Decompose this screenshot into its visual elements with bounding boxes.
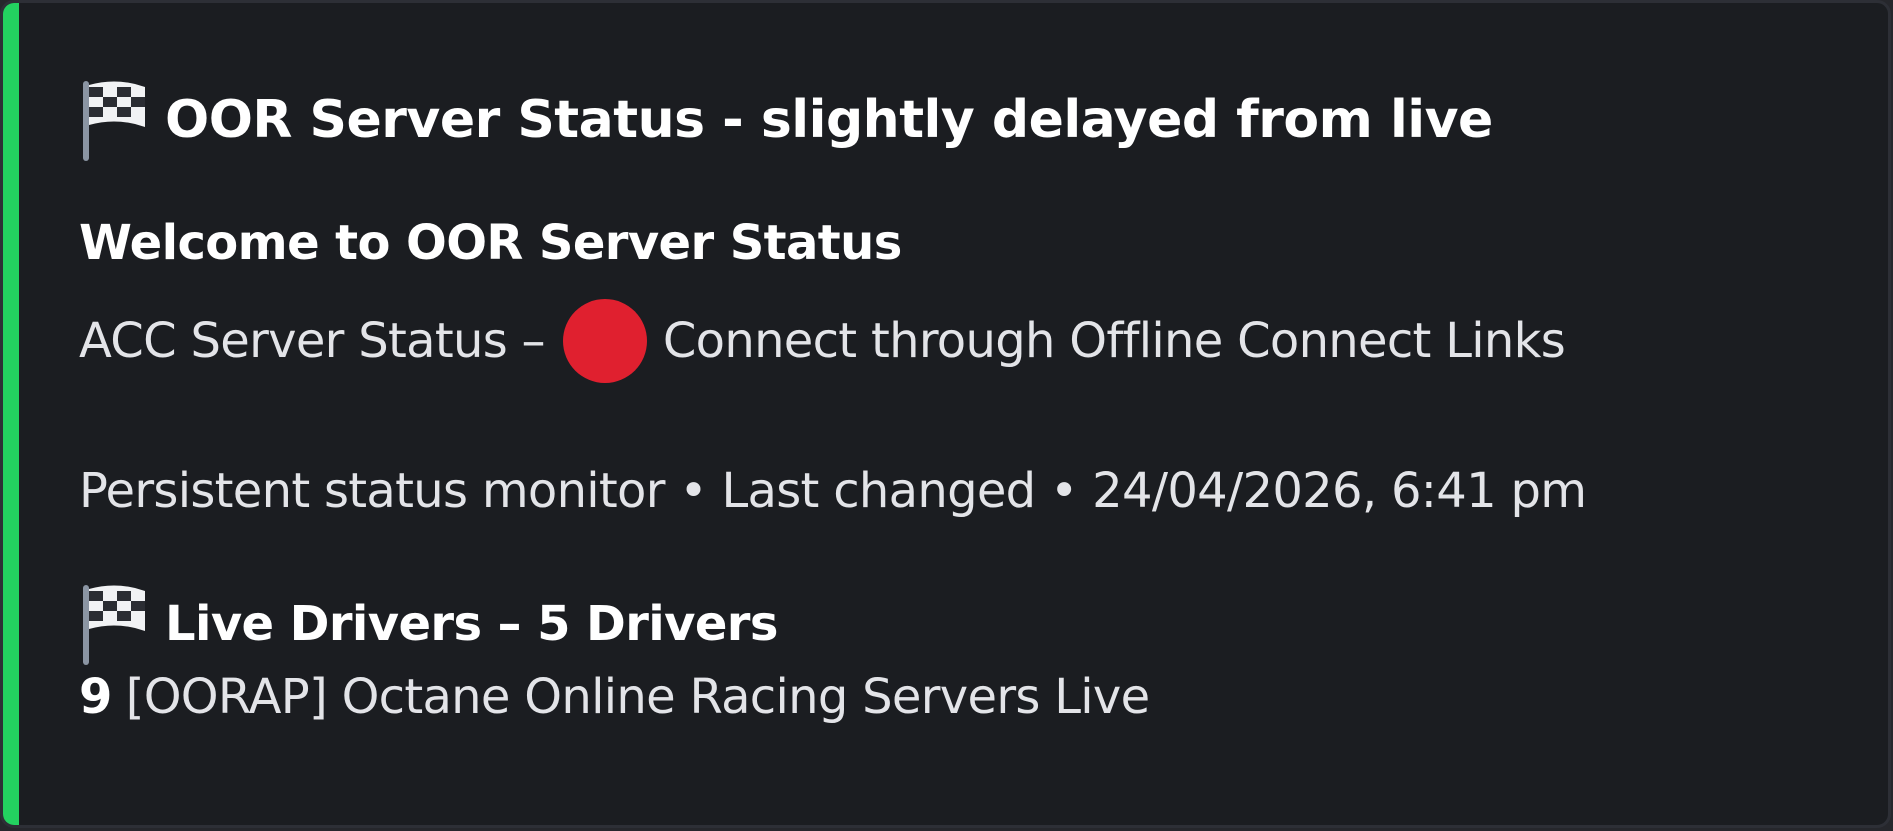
server-name: [OORAP] Octane Online Racing Servers Liv… — [125, 669, 1150, 725]
drivers-heading: Live Drivers – 5 Drivers — [165, 596, 778, 652]
embed-title: OOR Server Status - slightly delayed fro… — [165, 90, 1493, 150]
checkered-flag-icon — [79, 77, 151, 163]
checkered-flag-icon — [79, 581, 151, 667]
welcome-heading: Welcome to OOR Server Status — [79, 215, 902, 271]
status-text: Connect through Offline Connect Links — [662, 313, 1566, 369]
status-footer: Persistent status monitor • Last changed… — [79, 463, 1587, 519]
server-status-embed: OOR Server Status - slightly delayed fro… — [0, 0, 1891, 828]
embed-content: OOR Server Status - slightly delayed fro… — [79, 3, 1848, 825]
server-count: 9 — [79, 669, 112, 725]
drivers-heading-row: Live Drivers – 5 Drivers — [79, 581, 778, 667]
embed-title-row: OOR Server Status - slightly delayed fro… — [79, 77, 1493, 163]
status-line: ACC Server Status – Connect through Offl… — [79, 299, 1566, 383]
red-circle-icon — [562, 299, 647, 383]
status-prefix: ACC Server Status – — [79, 313, 546, 369]
server-row: 9 [OORAP] Octane Online Racing Servers L… — [79, 669, 1150, 725]
embed-accent-bar — [3, 3, 19, 825]
